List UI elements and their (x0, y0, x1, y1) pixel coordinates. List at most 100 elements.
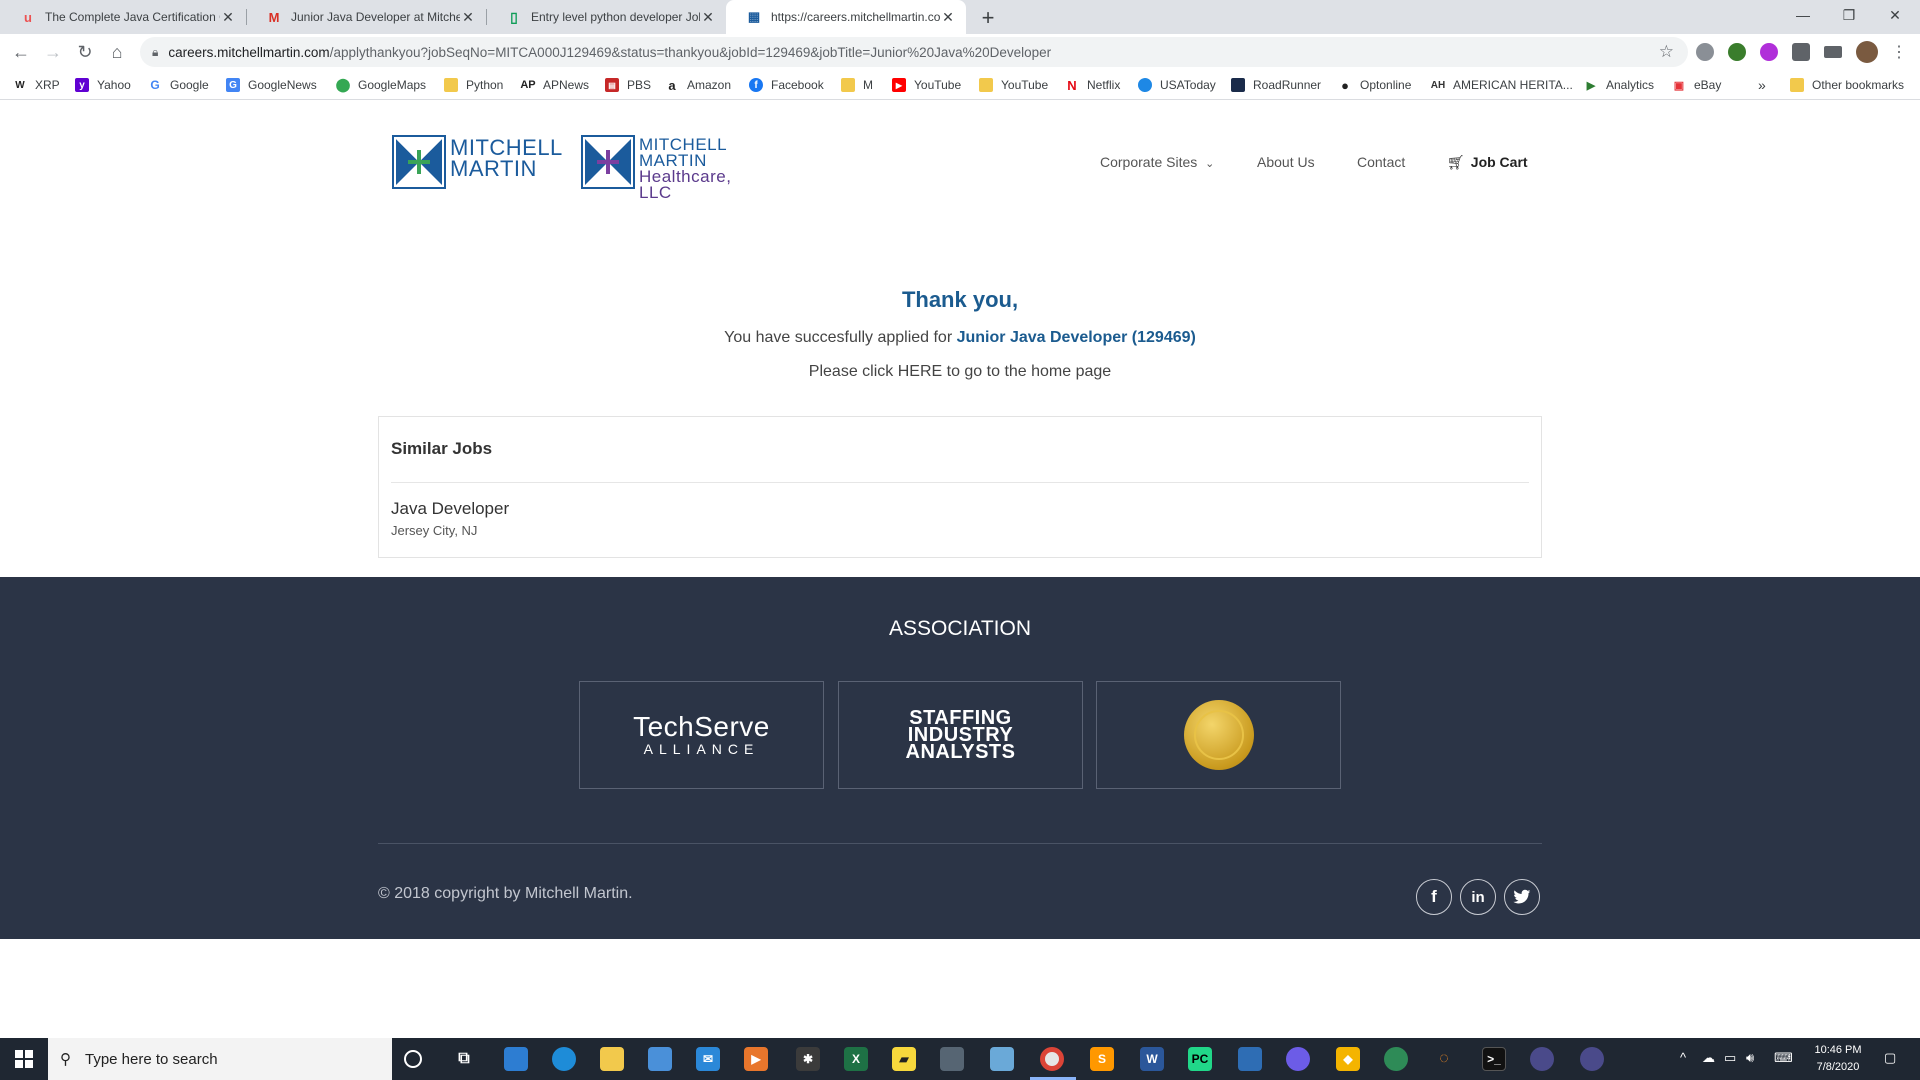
sublime-icon[interactable]: S (1090, 1047, 1114, 1071)
app-icon-1[interactable] (504, 1047, 528, 1071)
bookmark-optonline[interactable]: ● Optonline (1338, 76, 1411, 94)
nav-contact[interactable]: Contact (1357, 154, 1405, 170)
new-tab-icon[interactable]: + (976, 5, 1000, 31)
eclipse-icon[interactable] (1530, 1047, 1554, 1071)
tab-udemy[interactable]: u The Complete Java Certification C ✕ (0, 0, 246, 34)
bookmark-label: Analytics (1606, 78, 1655, 92)
similar-job-title-link[interactable]: Java Developer (391, 499, 509, 519)
bookmark-ebay[interactable]: ▣ eBay (1672, 76, 1722, 94)
twitter-icon[interactable] (1504, 879, 1540, 915)
facebook-icon[interactable]: f (1416, 879, 1452, 915)
app-icon-7[interactable]: ◆ (1336, 1047, 1360, 1071)
bookmark-star-icon[interactable]: ☆ (1659, 42, 1674, 62)
network-icon[interactable]: ▭ (1724, 1050, 1736, 1066)
action-center-icon[interactable]: ▢ (1884, 1050, 1896, 1066)
bookmark-googlemaps[interactable]: ⬤ GoogleMaps (336, 76, 426, 94)
bookmark-youtube[interactable]: ▶ YouTube (892, 76, 961, 94)
extensions-puzzle-icon[interactable] (1792, 43, 1810, 61)
bookmark-analytics[interactable]: ▶ Analytics (1584, 76, 1654, 94)
bookmark-netflix[interactable]: N Netflix (1065, 76, 1120, 94)
bookmark-xrp[interactable]: W XRP (13, 76, 59, 94)
mitchell-martin-logo[interactable]: MITCHELL MARTIN (392, 133, 567, 191)
mitchell-martin-healthcare-logo[interactable]: MITCHELL MARTIN Healthcare, LLC (581, 133, 761, 201)
store-icon[interactable] (648, 1047, 672, 1071)
cortana-icon[interactable] (404, 1050, 422, 1068)
close-icon[interactable]: ✕ (940, 9, 956, 26)
bookmark-facebook[interactable]: f Facebook (749, 76, 824, 94)
edge-icon[interactable] (552, 1047, 576, 1071)
bookmark-label: Other bookmarks (1812, 78, 1905, 92)
bookmark-folder-m[interactable]: M (841, 76, 873, 94)
sticky-notes-icon[interactable]: ▰ (892, 1047, 916, 1071)
bookmark-apnews[interactable]: AP APNews (520, 76, 589, 94)
staffing-industry-analysts-logo[interactable]: STAFFING INDUSTRY ANALYSTS (838, 681, 1083, 789)
close-icon[interactable]: ✕ (700, 9, 716, 26)
twitter-bird-shape (1513, 889, 1531, 904)
show-hidden-icons-chevron[interactable]: ^ (1680, 1050, 1686, 1065)
extension-bug-icon[interactable] (1696, 43, 1714, 61)
jupyter-icon[interactable]: ◌ (1432, 1047, 1456, 1071)
techserve-alliance-logo[interactable]: TechServe ALLIANCE (579, 681, 824, 789)
joint-commission-seal-logo[interactable] (1096, 681, 1341, 789)
terminal-icon[interactable]: >_ (1482, 1047, 1506, 1071)
eclipse-icon-2[interactable] (1580, 1047, 1604, 1071)
app-icon-8[interactable] (1384, 1047, 1408, 1071)
extension-green-icon[interactable] (1728, 43, 1746, 61)
reading-list-icon[interactable] (1824, 46, 1842, 58)
profile-avatar[interactable] (1856, 41, 1878, 63)
reload-icon[interactable]: ↻ (72, 39, 98, 65)
nav-corporate-sites[interactable]: Corporate Sites ⌄ (1100, 154, 1214, 170)
keyboard-icon[interactable]: ⌨ (1774, 1050, 1793, 1066)
pycharm-icon[interactable]: PC (1188, 1047, 1212, 1071)
forward-icon[interactable]: → (40, 39, 66, 65)
app-icon-4[interactable] (990, 1047, 1014, 1071)
bookmark-other-bookmarks[interactable]: Other bookmarks (1790, 76, 1904, 94)
windows-start-icon[interactable] (0, 1038, 48, 1080)
bookmark-folder-youtube[interactable]: YouTube (979, 76, 1048, 94)
task-view-icon[interactable]: ⧉ (452, 1047, 476, 1071)
minimize-icon[interactable]: — (1780, 0, 1826, 30)
close-icon[interactable]: ✕ (460, 9, 476, 26)
nav-about-us[interactable]: About Us (1257, 154, 1315, 170)
home-page-link[interactable]: Please click HERE to go to the home page (0, 363, 1920, 381)
file-explorer-icon[interactable] (600, 1047, 624, 1071)
bookmark-yahoo[interactable]: y Yahoo (75, 76, 131, 94)
bookmark-folder-python[interactable]: Python (444, 76, 503, 94)
tab-gmail[interactable]: M Junior Java Developer at Mitchell ✕ (246, 0, 486, 34)
close-icon[interactable]: ✕ (220, 9, 236, 26)
onedrive-icon[interactable]: ☁ (1702, 1050, 1715, 1066)
app-icon-5[interactable] (1238, 1047, 1262, 1071)
volume-icon[interactable]: 🔊︎ (1746, 1050, 1754, 1066)
app-icon-2[interactable]: ✱ (796, 1047, 820, 1071)
bookmark-pbs[interactable]: ▤ PBS (605, 76, 651, 94)
tab-careers-active[interactable]: ▦ https://careers.mitchellmartin.co ✕ (726, 0, 966, 34)
restore-icon[interactable]: ❐ (1826, 0, 1872, 30)
tab-sheets[interactable]: ▯ Entry level python developer Job ✕ (486, 0, 726, 34)
address-bar[interactable]: 🔒︎ careers.mitchellmartin.com/applythank… (140, 37, 1688, 67)
nav-job-cart[interactable]: 🛒︎ Job Cart (1447, 154, 1528, 171)
home-icon[interactable]: ⌂ (104, 39, 130, 65)
chrome-icon[interactable] (1040, 1047, 1064, 1071)
taskbar-search-box[interactable]: ⚲ Type here to search (48, 1038, 392, 1080)
page-content: MITCHELL MARTIN MITCHELL MARTIN Healthca… (0, 101, 1920, 1038)
back-icon[interactable]: ← (8, 39, 34, 65)
excel-icon[interactable]: X (844, 1047, 868, 1071)
app-icon-3[interactable] (940, 1047, 964, 1071)
bookmark-googlenews[interactable]: G GoogleNews (226, 76, 317, 94)
system-clock[interactable]: 10:46 PM 7/8/2020 (1808, 1042, 1868, 1076)
linkedin-icon[interactable]: in (1460, 879, 1496, 915)
window-close-icon[interactable]: ✕ (1872, 0, 1918, 30)
bookmark-usatoday[interactable]: USAToday (1138, 76, 1216, 94)
bookmark-google[interactable]: G Google (148, 76, 208, 94)
bookmark-amazon[interactable]: a Amazon (665, 76, 731, 94)
more-bookmarks-chevron-icon[interactable]: » (1758, 76, 1766, 94)
extension-purple-icon[interactable] (1760, 43, 1778, 61)
bookmark-roadrunner[interactable]: RoadRunner (1231, 76, 1321, 94)
mail-icon[interactable]: ✉ (696, 1047, 720, 1071)
media-player-icon[interactable]: ▶ (744, 1047, 768, 1071)
app-icon-6[interactable] (1286, 1047, 1310, 1071)
search-placeholder: Type here to search (85, 1050, 218, 1068)
bookmark-americanheritage[interactable]: AH AMERICAN HERITA... (1431, 76, 1573, 94)
menu-kebab-icon[interactable]: ⋮ (1886, 39, 1912, 65)
word-icon[interactable]: W (1140, 1047, 1164, 1071)
